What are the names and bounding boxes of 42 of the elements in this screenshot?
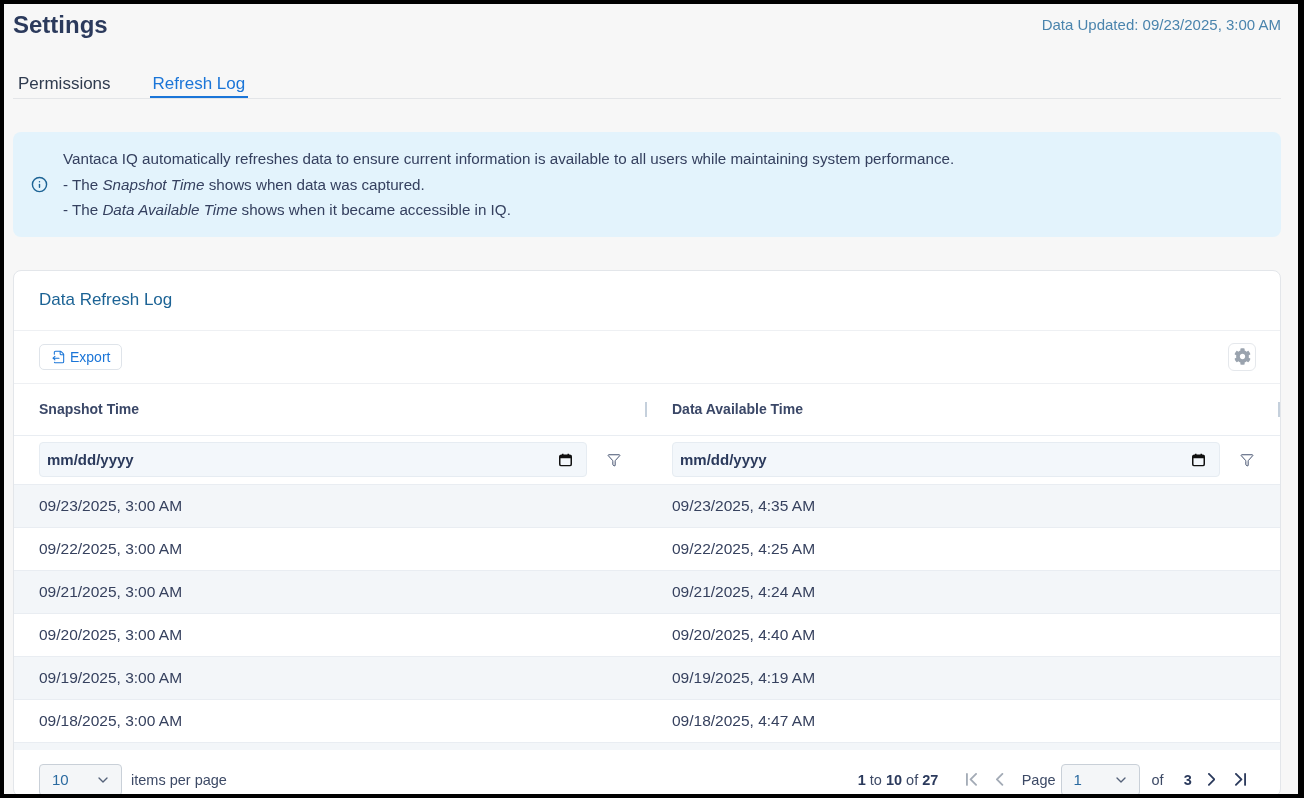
page-count: 3 xyxy=(1183,771,1192,788)
file-arrow-icon xyxy=(52,349,66,364)
calendar-icon[interactable] xyxy=(1192,453,1205,466)
table-cell: 09/22/2025, 3:00 AM xyxy=(39,539,183,558)
table-cell: 09/21/2025, 3:00 AM xyxy=(39,582,183,601)
filter-icon[interactable] xyxy=(1240,452,1254,467)
table-cell: 09/23/2025, 3:00 AM xyxy=(39,496,183,515)
filter-icon[interactable] xyxy=(607,452,621,467)
page-label: Page xyxy=(1021,771,1056,788)
page-size-select[interactable]: 10 xyxy=(39,763,122,794)
settings-button[interactable] xyxy=(1228,342,1256,371)
next-page-icon[interactable] xyxy=(1207,773,1215,786)
table-cell: 09/20/2025, 4:40 AM xyxy=(672,625,816,644)
table-cell: 09/18/2025, 3:00 AM xyxy=(39,711,183,730)
date-filter-field[interactable]: mm/dd/yyyy xyxy=(39,442,587,477)
tab[interactable]: Permissions xyxy=(15,70,114,98)
column-header[interactable]: Data Available Time xyxy=(672,401,803,417)
export-button[interactable]: Export xyxy=(39,343,123,370)
date-filter-field[interactable]: mm/dd/yyyy xyxy=(672,442,1220,477)
page-size-label: items per page xyxy=(131,771,227,788)
table-cell: 09/18/2025, 4:47 AM xyxy=(672,711,816,730)
column-header[interactable]: Snapshot Time xyxy=(39,401,140,417)
info-icon xyxy=(31,175,48,193)
page-title: Settings xyxy=(13,10,108,40)
card-title: Data Refresh Log xyxy=(39,290,173,310)
calendar-icon[interactable] xyxy=(559,453,572,466)
range-text: 1 to 10 of 27 xyxy=(857,771,939,788)
tab[interactable]: Refresh Log xyxy=(149,70,249,98)
last-page-icon[interactable] xyxy=(1235,773,1246,786)
table-cell: 09/22/2025, 4:25 AM xyxy=(672,539,816,558)
info-text: - The Data Available Time shows when it became accessible in IQ. xyxy=(63,200,512,220)
page-of-label: of xyxy=(1151,771,1164,788)
info-text: - The Snapshot Time shows when data was captured. xyxy=(63,174,426,195)
table-cell: 09/21/2025, 4:24 AM xyxy=(672,582,816,601)
table-cell: 09/23/2025, 4:35 AM xyxy=(672,496,816,515)
table-cell: 09/19/2025, 4:19 AM xyxy=(672,668,816,687)
table-cell: 09/19/2025, 3:00 AM xyxy=(39,668,183,687)
info-text: Vantaca IQ automatically refreshes data to ensure current information is available to all users while maintaining system performance. xyxy=(63,149,955,169)
data-updated-text: Data Updated: 09/23/2025, 3:00 AM xyxy=(1041,15,1281,35)
table-cell: 09/20/2025, 3:00 AM xyxy=(39,625,183,644)
page-select[interactable]: 1 xyxy=(1060,763,1140,794)
settings-icon xyxy=(1233,348,1251,365)
